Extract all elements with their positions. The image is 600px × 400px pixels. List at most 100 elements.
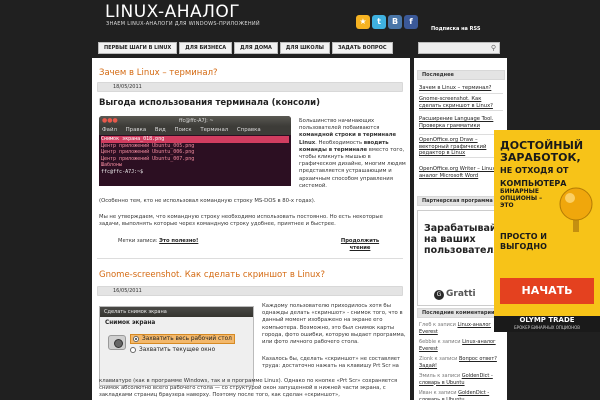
main-content: Зачем в Linux – терминал? 18/05/2011 Выг…: [92, 58, 410, 400]
comment-item: Иван к записи GoldenDict - словарь в Ubu…: [419, 390, 505, 400]
terminal-title: ffc@ffc-A7J: ~: [179, 118, 214, 124]
comment-author: Глеб: [419, 322, 432, 328]
divider: [419, 110, 503, 111]
nav-item-first-steps[interactable]: ПЕРВЫЕ ШАГИ В LINUX: [98, 42, 178, 54]
recent-post-link[interactable]: Расширение Language Tool. Проверка грамм…: [419, 116, 505, 129]
post-date: 16/05/2011: [113, 288, 142, 294]
post-paragraph: клавиатуре (как в программе Windows, так…: [99, 378, 398, 399]
nav-item-business[interactable]: ДЛЯ БИЗНЕСА: [179, 42, 233, 54]
divider: [419, 157, 503, 158]
option-label: Захватить текущее окно: [139, 347, 216, 353]
comment-author: 6ebbie: [419, 339, 437, 345]
dialog-titlebar: Сделать снимок экрана: [100, 307, 253, 317]
olymp-trade-ad-banner[interactable]: ДОСТОЙНЫЙ ЗАРАБОТОК, НЕ ОТХОДЯ ОТ КОМПЬЮТ…: [494, 130, 600, 332]
terminal-titlebar: ●●● ffc@ffc-A7J: ~: [99, 116, 291, 126]
terminal-menu-item: Вид: [154, 127, 166, 133]
window-controls-icon: ●●●: [102, 117, 118, 124]
terminal-output: Снимок экрана_018.png Центр приложений U…: [99, 135, 291, 186]
search-icon[interactable]: ⚲: [491, 44, 496, 53]
recent-post-link[interactable]: OpenOffice.org Writer – Linux-аналог Mic…: [419, 166, 505, 179]
partner-ad-text: Зарабатывайте на ваших пользователях!: [424, 223, 510, 256]
dialog-option: Захватить весь рабочий стол: [130, 334, 235, 344]
camera-icon: [108, 335, 126, 350]
post-title[interactable]: Зачем в Linux – терминал?: [99, 68, 218, 78]
recent-post-link[interactable]: Зачем в Linux – терминал?: [419, 85, 505, 92]
gold-ball-icon: [559, 187, 593, 232]
site-tagline: ЗНАЕМ LINUX-АНАЛОГИ ДЛЯ WINDOWS-ПРИЛОЖЕН…: [106, 21, 260, 27]
comment-on: к записи: [437, 373, 461, 379]
ad-footer: OLYMP TRADE БРОКЕР БИНАРНЫХ ОПЦИОНОВ: [494, 316, 600, 332]
partner-ad-logo: G Gratti: [434, 289, 476, 300]
star-icon[interactable]: ★: [356, 15, 370, 29]
divider: [419, 134, 503, 135]
gratti-logo-icon: G: [434, 290, 444, 300]
post-intro-text: Каждому пользователю приходилось хотя бы…: [262, 303, 406, 346]
partner-header: Партнерская программа: [417, 196, 505, 206]
tag-link[interactable]: Это полезно!: [159, 238, 198, 244]
comment-item: 6ebbie к записи Linux-аналог Everest: [419, 339, 505, 352]
partner-ad[interactable]: Зарабатывайте на ваших пользователях! GG…: [417, 210, 510, 306]
nav-item-home[interactable]: ДЛЯ ДОМА: [234, 42, 278, 54]
ad-brand: OLYMP TRADE: [519, 316, 575, 324]
partner-logo-text: Gratti: [446, 289, 476, 299]
terminal-menu-item: Правка: [125, 127, 147, 133]
text-fragment: . Необходимость: [315, 139, 364, 146]
dialog-subtitle: Снимок экрана: [105, 320, 156, 326]
post-paragraph: Казалось бы, сделать «скриншот» не соста…: [262, 356, 401, 370]
text-fragment: вместо того, чтобы кликнуть мышью в граф…: [299, 146, 406, 189]
divider: [419, 93, 503, 94]
comment-item: Глеб к записи Linux-аналог Everest: [419, 322, 505, 335]
comment-author: Иван: [419, 390, 433, 396]
terminal-menu-item: Терминал: [200, 127, 229, 133]
ad-subline: БИНАРНЫЕ ОПЦИОНЫ – ЭТО: [500, 188, 543, 209]
vkontakte-icon[interactable]: B: [388, 15, 402, 29]
ad-brand-sub: БРОКЕР БИНАРНЫХ ОПЦИОНОВ: [513, 325, 581, 330]
text-fragment: Большинство начинающих пользователей поб…: [299, 118, 380, 132]
post-paragraph: Мы не утверждаем, что командную строку н…: [99, 214, 383, 228]
terminal-prompt: ffc@ffc-A7J:~$: [101, 168, 144, 175]
post-date-bar: 16/05/2011: [97, 286, 403, 296]
post-intro-text: Большинство начинающих пользователей поб…: [299, 118, 409, 190]
terminal-menu-item: Справка: [236, 127, 261, 133]
dialog-option: Захватить текущее окно: [130, 347, 215, 353]
radio-checked-icon: [133, 336, 139, 342]
facebook-icon[interactable]: f: [404, 15, 418, 29]
ad-slogan: ПРОСТО И ВЫГОДНО: [500, 232, 547, 251]
comment-author: Zionk: [419, 356, 433, 362]
comment-author: Эмиль: [419, 373, 436, 379]
terminal-menu-item: Поиск: [174, 127, 192, 133]
recent-posts-header: Последнее: [417, 70, 505, 80]
option-label: Захватить весь рабочий стол: [142, 336, 232, 342]
comment-on: к записи: [433, 322, 456, 328]
terminal-menu-item: Файл: [102, 127, 117, 133]
comment-item: Эмиль к записи GoldenDict - словарь в Ub…: [419, 373, 505, 386]
comment-item: Zionk к записи Вопрос ответ? Задай!: [419, 356, 505, 369]
post-date-bar: 18/05/2011: [97, 82, 403, 92]
twitter-icon[interactable]: t: [372, 15, 386, 29]
tags-label: Метки записи:: [118, 238, 158, 244]
post-date: 18/05/2011: [113, 84, 142, 90]
post-tags: Метки записи: Это полезно!: [118, 238, 198, 244]
recent-post-link[interactable]: OpenOffice.org Draw – векторный графичес…: [419, 137, 505, 157]
terminal-screenshot: ●●● ffc@ffc-A7J: ~ Файл Правка Вид Поиск…: [99, 116, 291, 186]
ad-line: ДОСТОЙНЫЙ ЗАРАБОТОК,: [500, 139, 584, 164]
comment-on: к записи: [437, 339, 461, 345]
post-paragraph: (Особенно тем, кто не использовал команд…: [99, 198, 316, 204]
post-heading: Выгода использования терминала (консоли): [99, 98, 320, 108]
nav-item-ask-question[interactable]: ЗАДАТЬ ВОПРОС: [331, 42, 393, 54]
comment-on: к записи: [434, 356, 458, 362]
recent-post-link[interactable]: Gnome-screenshot. Как сделать скриншот в…: [419, 96, 505, 109]
rss-subscribe-link[interactable]: Подписка на RSS: [431, 26, 481, 32]
screenshot-dialog-image: Сделать снимок экрана Снимок экрана Захв…: [99, 306, 254, 386]
main-nav: ПЕРВЫЕ ШАГИ В LINUX ДЛЯ БИЗНЕСА ДЛЯ ДОМА…: [98, 42, 393, 54]
radio-icon: [130, 347, 136, 353]
comment-on: к записи: [433, 390, 457, 396]
nav-item-school[interactable]: ДЛЯ ШКОЛЫ: [279, 42, 330, 54]
read-more-link[interactable]: Продолжить чтение: [336, 238, 384, 251]
terminal-menu: Файл Правка Вид Поиск Терминал Справка: [99, 126, 291, 135]
post-title[interactable]: Gnome-screenshot. Как сделать скриншот в…: [99, 270, 325, 280]
site-header: LINUX-АНАЛОГ ЗНАЕМ LINUX-АНАЛОГИ ДЛЯ WIN…: [0, 0, 600, 58]
site-title[interactable]: LINUX-АНАЛОГ: [105, 2, 240, 22]
ad-start-button[interactable]: НАЧАТЬ: [500, 278, 594, 304]
search-input[interactable]: ⚲: [418, 42, 500, 54]
